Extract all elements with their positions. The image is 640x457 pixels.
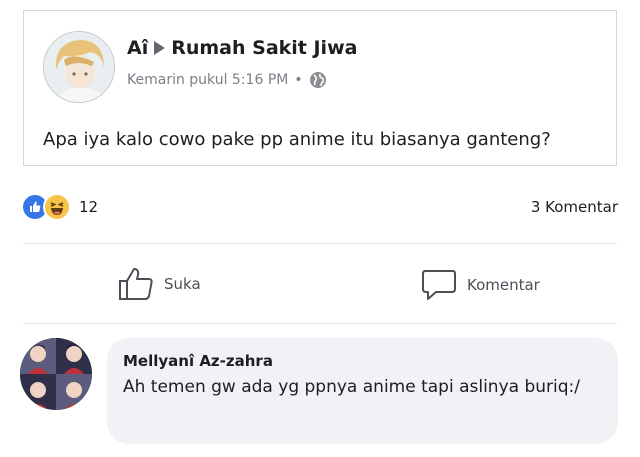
divider bbox=[23, 323, 617, 324]
globe-icon bbox=[309, 71, 327, 89]
like-button[interactable]: Suka bbox=[118, 267, 201, 301]
post-card: Aî Rumah Sakit Jiwa Kemarin pukul 5:16 P… bbox=[23, 10, 617, 166]
arrow-right-icon bbox=[154, 41, 166, 55]
haha-icon bbox=[43, 193, 71, 221]
author-avatar[interactable] bbox=[43, 31, 115, 103]
commenter-avatar[interactable] bbox=[20, 338, 92, 410]
commenter-name[interactable]: Mellyanî Az-zahra bbox=[123, 352, 602, 370]
post-meta: Kemarin pukul 5:16 PM • bbox=[127, 71, 327, 89]
comment-icon bbox=[422, 270, 456, 300]
comment-bubble: Mellyanî Az-zahra Ah temen gw ada yg ppn… bbox=[107, 338, 618, 444]
thumbs-up-icon bbox=[119, 268, 153, 300]
comment-button[interactable]: Komentar bbox=[421, 268, 540, 302]
author-name[interactable]: Aî bbox=[127, 37, 148, 59]
reaction-count: 12 bbox=[79, 198, 99, 216]
divider bbox=[23, 243, 617, 244]
comment-text: Ah temen gw ada yg ppnya anime tapi asli… bbox=[123, 377, 580, 397]
like-label: Suka bbox=[164, 275, 201, 293]
meta-separator: • bbox=[294, 72, 303, 88]
comment-count[interactable]: 3 Komentar bbox=[531, 198, 618, 216]
post-header: Aî Rumah Sakit Jiwa bbox=[127, 37, 357, 59]
post-text: Apa iya kalo cowo pake pp anime itu bias… bbox=[43, 129, 551, 150]
reactions-summary[interactable]: 12 bbox=[21, 193, 98, 221]
comment-label: Komentar bbox=[467, 276, 540, 294]
post-timestamp[interactable]: Kemarin pukul 5:16 PM bbox=[127, 72, 288, 88]
group-name[interactable]: Rumah Sakit Jiwa bbox=[171, 37, 357, 59]
